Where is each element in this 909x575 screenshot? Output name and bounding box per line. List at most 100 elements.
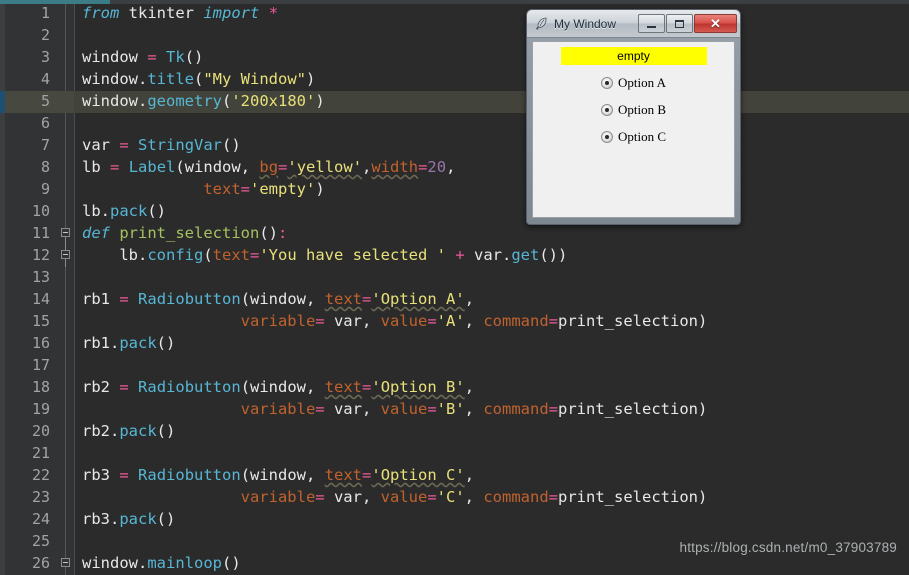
- code-token: var,: [324, 400, 381, 418]
- fold-toggle[interactable]: [61, 250, 70, 259]
- code-token: Label: [128, 158, 176, 176]
- line-number: 5: [40, 92, 50, 110]
- code-line[interactable]: rb1.pack(): [82, 332, 175, 354]
- tkinter-window[interactable]: My Window ✕ empty Option A Option B Option…: [526, 9, 741, 225]
- code-line[interactable]: variable= var, value='B', command=print_…: [82, 398, 708, 420]
- code-line[interactable]: variable= var, value='C', command=print_…: [82, 486, 708, 508]
- code-token: 'empty': [250, 180, 316, 198]
- code-editor[interactable]: 1 2 3 4 5 6 7 8 9 10 11 12 13 14 15 16 17 18 19 20 21 22 23 24 2…: [0, 4, 909, 575]
- code-line[interactable]: lb = Label(window, bg='yellow',width=20,: [82, 156, 455, 178]
- line-number: 15: [31, 312, 50, 330]
- code-line[interactable]: rb3.pack(): [82, 508, 175, 530]
- code-token: ,: [464, 378, 475, 396]
- code-token: command: [483, 312, 549, 330]
- radio-icon[interactable]: [600, 103, 613, 116]
- minimize-button[interactable]: [638, 14, 665, 33]
- radio-group[interactable]: Option A Option B Option C: [533, 73, 734, 146]
- radio-option-c[interactable]: Option C: [533, 127, 734, 146]
- code-line[interactable]: lb.config(text='You have selected ' + va…: [82, 244, 567, 266]
- radio-icon[interactable]: [600, 76, 613, 89]
- code-token: 'Option C': [371, 466, 465, 484]
- code-fold-column[interactable]: [58, 4, 74, 575]
- code-token: (): [156, 422, 176, 440]
- code-token: =: [147, 48, 157, 66]
- line-number: 25: [31, 532, 50, 550]
- code-token: (window,: [240, 378, 325, 396]
- code-token: import: [203, 4, 260, 22]
- code-line[interactable]: from tkinter import *: [82, 2, 278, 24]
- code-token: from: [82, 4, 120, 22]
- code-line[interactable]: window.mainloop(): [82, 552, 241, 574]
- line-number: 12: [31, 246, 50, 264]
- fold-toggle[interactable]: [61, 228, 70, 237]
- code-token: value: [380, 312, 428, 330]
- code-line[interactable]: var = StringVar(): [82, 134, 241, 156]
- code-line[interactable]: window = Tk(): [82, 46, 203, 68]
- window-controls[interactable]: ✕: [638, 14, 737, 33]
- fold-toggle[interactable]: [61, 558, 70, 567]
- minimize-icon: [647, 25, 656, 28]
- code-line[interactable]: window.title("My Window"): [82, 68, 315, 90]
- code-token: ()): [539, 246, 568, 264]
- code-token: lb.: [82, 246, 148, 264]
- code-line[interactable]: window.geometry('200x180'): [82, 90, 325, 112]
- code-line[interactable]: rb3 = Radiobutton(window, text='Option C…: [82, 464, 474, 486]
- window-client-area: empty Option A Option B Option C: [532, 41, 735, 218]
- code-token: (): [156, 334, 176, 352]
- code-token: ): [315, 180, 325, 198]
- radio-icon[interactable]: [600, 130, 613, 143]
- gutter-separator: [74, 4, 75, 575]
- code-token: ,: [464, 466, 475, 484]
- code-line[interactable]: rb2.pack(): [82, 420, 175, 442]
- code-token: :: [278, 224, 288, 242]
- fold-guide-line: [65, 4, 66, 575]
- code-line[interactable]: rb2 = Radiobutton(window, text='Option B…: [82, 376, 474, 398]
- line-number: 23: [31, 488, 50, 506]
- code-token: ,: [464, 312, 484, 330]
- code-token: Radiobutton: [138, 466, 241, 484]
- code-line[interactable]: text='empty'): [82, 178, 325, 200]
- code-token: (: [203, 246, 213, 264]
- window-title-bar[interactable]: My Window ✕: [527, 10, 740, 38]
- code-line[interactable]: def print_selection():: [82, 222, 287, 244]
- code-line[interactable]: lb.pack(): [82, 200, 166, 222]
- line-number: 19: [31, 400, 50, 418]
- code-token: "My Window": [203, 70, 306, 88]
- maximize-button[interactable]: [666, 14, 693, 33]
- line-number: 11: [31, 224, 50, 242]
- line-number: 2: [40, 26, 50, 44]
- code-token: =: [362, 290, 372, 308]
- code-line[interactable]: rb1 = Radiobutton(window, text='Option A…: [82, 288, 474, 310]
- code-token: config: [147, 246, 204, 264]
- code-token: pack: [119, 334, 157, 352]
- code-line[interactable]: variable= var, value='A', command=print_…: [82, 310, 708, 332]
- line-number: 10: [31, 202, 50, 220]
- code-token: rb3: [82, 466, 110, 484]
- code-token: value: [380, 400, 428, 418]
- code-token: value: [380, 488, 428, 506]
- watermark-url: https://blog.csdn.net/m0_37903789: [679, 540, 897, 555]
- line-number: 21: [31, 444, 50, 462]
- line-number: 6: [40, 114, 50, 132]
- fold-stem: [65, 259, 66, 267]
- radio-option-b[interactable]: Option B: [533, 100, 734, 119]
- code-token: =: [250, 246, 260, 264]
- radio-option-a[interactable]: Option A: [533, 73, 734, 92]
- code-token: (window,: [240, 466, 325, 484]
- code-token: 20: [427, 158, 447, 176]
- code-token: text: [324, 290, 363, 308]
- code-token: mainloop: [147, 554, 222, 572]
- code-token: variable: [240, 488, 316, 506]
- code-content[interactable]: from tkinter import * window = Tk() window…: [82, 4, 909, 575]
- code-token: (window,: [175, 158, 260, 176]
- code-token: '200x180': [231, 92, 316, 110]
- window-title: My Window: [554, 16, 617, 31]
- close-button[interactable]: ✕: [694, 14, 737, 33]
- code-token: =: [362, 466, 372, 484]
